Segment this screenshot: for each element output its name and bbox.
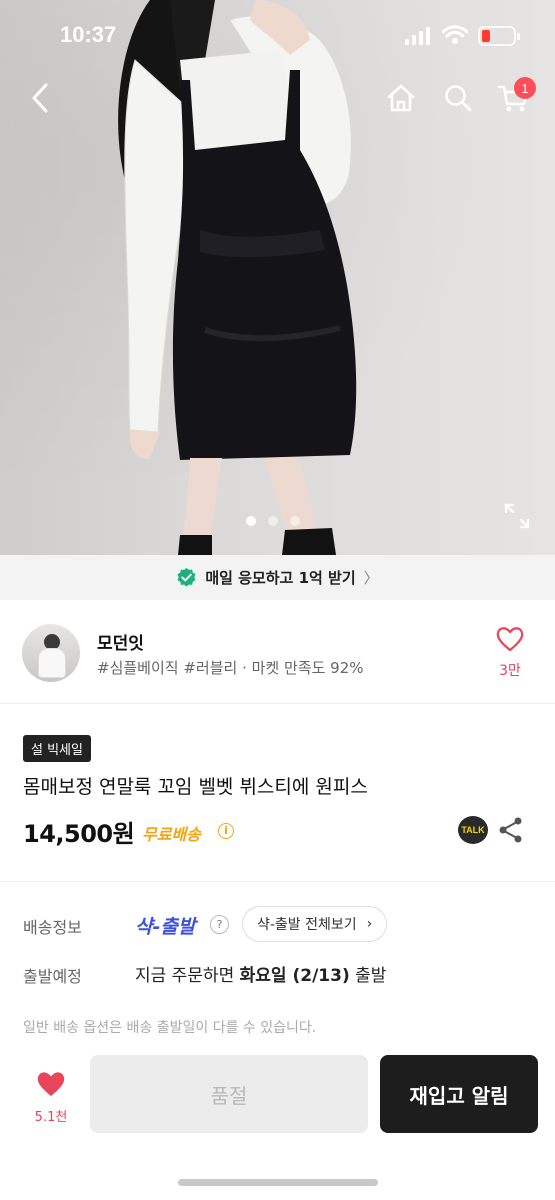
restock-label: 재입고 알림: [409, 1083, 509, 1108]
share-icon: [499, 817, 522, 843]
promo-banner[interactable]: 매일 응모하고 1억 받기 〉: [0, 555, 555, 600]
departure-label: 출발예정: [23, 967, 82, 986]
search-button[interactable]: [438, 78, 478, 118]
departure-text: 지금 주문하면 화요일 (2/13) 출발: [135, 961, 386, 986]
seller-tags: #심플베이직 #러블리 · 마켓 만족도 92%: [97, 659, 364, 677]
avatar-body: [38, 648, 66, 678]
seller-avatar[interactable]: [22, 624, 80, 682]
product-price: 14,500원: [23, 820, 135, 848]
section-divider: [0, 881, 555, 882]
home-icon: [387, 84, 415, 112]
home-button[interactable]: [381, 78, 421, 118]
share-button[interactable]: [498, 816, 524, 844]
expand-image-button[interactable]: [503, 502, 531, 530]
expand-icon: [504, 503, 530, 529]
soldout-label: 품절: [210, 1083, 248, 1108]
soldout-button: 품절: [90, 1055, 368, 1133]
verified-check-icon: [177, 567, 196, 587]
battery-icon: [478, 26, 520, 46]
promo-text: 매일 응모하고 1억 받기: [205, 569, 356, 587]
talk-label: TALK: [461, 825, 485, 835]
seller-favorite-count: 3만: [499, 663, 521, 679]
status-time: 10:37: [60, 22, 117, 47]
like-count: 5.1천: [34, 1110, 68, 1125]
gallery-pagination: [246, 516, 300, 526]
departure-date: 화요일 (2/13): [239, 966, 350, 986]
view-all-label: 샥-출발 전체보기: [257, 917, 357, 933]
home-indicator[interactable]: [178, 1179, 378, 1186]
search-icon: [445, 85, 472, 112]
chevron-right-icon: ›: [366, 916, 373, 932]
restock-alert-button[interactable]: 재입고 알림: [380, 1055, 538, 1133]
info-icon[interactable]: i: [218, 823, 234, 839]
product-title: 몸매보정 연말룩 꼬임 벨벳 뷔스티에 원피스: [23, 776, 368, 798]
product-image[interactable]: 10:37 1: [0, 0, 555, 555]
help-icon[interactable]: ?: [210, 915, 229, 934]
seller-name[interactable]: 모던잇: [97, 629, 144, 654]
chevron-left-icon: [32, 83, 48, 113]
gallery-dot[interactable]: [246, 516, 256, 526]
kakao-talk-button[interactable]: TALK: [458, 816, 488, 844]
seller-section[interactable]: [0, 600, 555, 704]
shak-delivery-logo: 샥-출발: [135, 916, 196, 938]
heart-filled-icon: [37, 1072, 65, 1096]
sale-badge: 설 빅세일: [23, 735, 91, 762]
departure-suffix: 출발: [349, 966, 387, 986]
battery-level: [482, 30, 490, 42]
status-bar: 10:37: [0, 0, 555, 72]
favorite-shop-button[interactable]: [496, 626, 524, 652]
heart-outline-icon: [496, 627, 524, 652]
shipping-info-label: 배송정보: [23, 918, 82, 937]
gallery-dot[interactable]: [290, 516, 300, 526]
gallery-dot[interactable]: [268, 516, 278, 526]
cart-count-badge: 1: [514, 77, 536, 99]
signal-icon: [405, 27, 430, 45]
departure-prefix: 지금 주문하면: [135, 966, 240, 986]
shak-view-all-button[interactable]: 샥-출발 전체보기 ›: [242, 906, 388, 942]
free-shipping-label: 무료배송: [142, 825, 201, 844]
shipping-note: 일반 배송 옵션은 배송 출발일이 다를 수 있습니다.: [23, 1020, 317, 1036]
wifi-icon: [442, 25, 468, 44]
chevron-right-icon: 〉: [363, 569, 379, 587]
back-button[interactable]: [20, 78, 60, 118]
